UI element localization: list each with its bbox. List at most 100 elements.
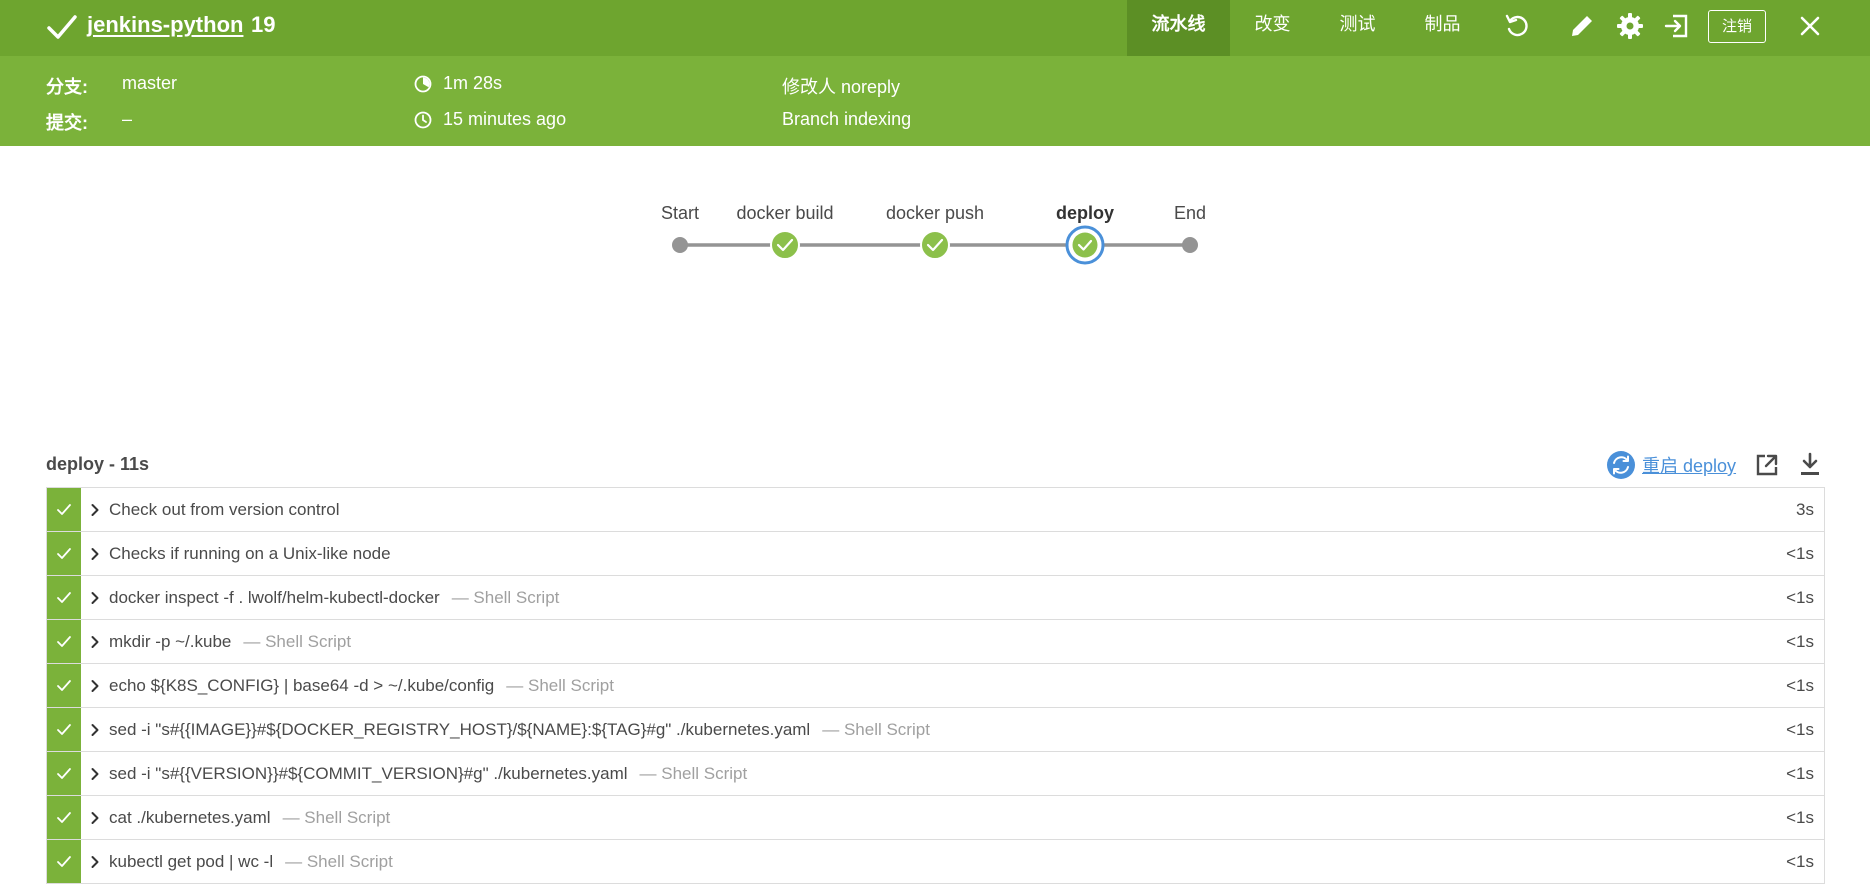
step-title: Check out from version control	[109, 499, 340, 519]
tab-pipeline[interactable]: 流水线	[1127, 0, 1230, 56]
step-success-icon	[57, 635, 71, 647]
branch-value: master	[122, 73, 178, 93]
restart-icon	[1607, 451, 1635, 479]
exit-icon[interactable]	[1663, 12, 1691, 40]
step-title: docker inspect -f . lwolf/helm-kubectl-d…	[109, 587, 440, 607]
step-row[interactable]: docker inspect -f . lwolf/helm-kubectl-d…	[47, 576, 1824, 620]
stage-node-deploy[interactable]	[1065, 225, 1105, 265]
step-title: echo ${K8S_CONFIG} | base64 -d > ~/.kube…	[109, 675, 495, 695]
job-name-link[interactable]: jenkins-python	[87, 12, 243, 38]
close-icon[interactable]	[1796, 12, 1824, 40]
run-info-bar: 分支: master 提交: – 1m 28s 15 minutes ago 修…	[0, 56, 1870, 146]
step-type: — Shell Script	[639, 763, 748, 783]
replay-icon[interactable]	[1503, 12, 1531, 40]
step-status	[47, 796, 81, 839]
step-expand-toggle[interactable]	[81, 855, 109, 869]
step-type: — Shell Script	[282, 807, 391, 827]
edit-icon[interactable]	[1568, 12, 1596, 40]
open-external-icon[interactable]	[1753, 451, 1781, 479]
step-duration: 3s	[1796, 500, 1814, 519]
commit-value: –	[122, 109, 133, 129]
step-type: — Shell Script	[243, 631, 352, 651]
step-success-icon	[57, 547, 71, 559]
step-success-icon	[57, 591, 71, 603]
changes-by: 修改人 noreply	[782, 77, 901, 97]
pipeline-graph: Start docker build docker push deploy En…	[0, 146, 1870, 446]
step-expand-toggle[interactable]	[81, 811, 109, 825]
step-duration: <1s	[1786, 588, 1814, 607]
step-duration: <1s	[1786, 764, 1814, 783]
step-status	[47, 664, 81, 707]
step-row[interactable]: mkdir -p ~/.kube — Shell Script <1s	[47, 620, 1824, 664]
step-expand-toggle[interactable]	[81, 679, 109, 693]
step-duration: <1s	[1786, 544, 1814, 563]
logout-button[interactable]: 注销	[1708, 10, 1766, 43]
step-row[interactable]: sed -i "s#{{VERSION}}#${COMMIT_VERSION}#…	[47, 752, 1824, 796]
gear-icon[interactable]	[1616, 12, 1644, 40]
top-bar: jenkins-python 19 流水线 改变 测试 制品 注销	[0, 0, 1870, 56]
step-title: mkdir -p ~/.kube	[109, 631, 232, 651]
step-title: kubectl get pod | wc -l	[109, 851, 274, 871]
step-success-icon	[57, 679, 71, 691]
step-status	[47, 532, 81, 575]
step-status	[47, 620, 81, 663]
chevron-right-icon	[91, 591, 99, 604]
duration-icon	[414, 75, 432, 93]
chevron-right-icon	[91, 503, 99, 516]
step-row[interactable]: sed -i "s#{{IMAGE}}#${DOCKER_REGISTRY_HO…	[47, 708, 1824, 752]
tab-artifacts[interactable]: 制品	[1400, 0, 1485, 56]
pipeline-graph-svg	[672, 225, 1198, 265]
step-row[interactable]: Checks if running on a Unix-like node <1…	[47, 532, 1824, 576]
step-list: Check out from version control 3s Checks…	[46, 487, 1825, 884]
stage-title: deploy - 11s	[46, 454, 150, 474]
chevron-right-icon	[91, 855, 99, 868]
step-expand-toggle[interactable]	[81, 635, 109, 649]
chevron-right-icon	[91, 679, 99, 692]
step-expand-toggle[interactable]	[81, 723, 109, 737]
step-duration: <1s	[1786, 676, 1814, 695]
step-success-icon	[57, 811, 71, 823]
tab-tests[interactable]: 测试	[1315, 0, 1400, 56]
step-expand-toggle[interactable]	[81, 591, 109, 605]
stage-node-docker-build[interactable]	[770, 230, 800, 260]
step-status	[47, 840, 81, 883]
chevron-right-icon	[91, 767, 99, 780]
step-title: sed -i "s#{{VERSION}}#${COMMIT_VERSION}#…	[109, 763, 628, 783]
restart-stage-label: 重启 deploy	[1642, 456, 1737, 476]
step-status	[47, 752, 81, 795]
step-title: sed -i "s#{{IMAGE}}#${DOCKER_REGISTRY_HO…	[109, 719, 811, 739]
step-success-icon	[57, 855, 71, 867]
branch-label: 分支:	[46, 77, 88, 97]
start-node	[672, 237, 688, 253]
step-type: — Shell Script	[506, 675, 614, 695]
download-icon[interactable]	[1796, 451, 1824, 479]
chevron-right-icon	[91, 547, 99, 560]
step-duration: <1s	[1786, 852, 1814, 871]
step-status	[47, 708, 81, 751]
chevron-right-icon	[91, 635, 99, 648]
run-duration: 1m 28s	[443, 73, 503, 93]
tab-changes[interactable]: 改变	[1230, 0, 1315, 56]
run-time-ago: 15 minutes ago	[443, 109, 567, 129]
step-duration: <1s	[1786, 632, 1814, 651]
step-duration: <1s	[1786, 808, 1814, 827]
step-status	[47, 488, 81, 531]
chevron-right-icon	[91, 723, 99, 736]
step-title: cat ./kubernetes.yaml	[109, 807, 271, 827]
step-row[interactable]: cat ./kubernetes.yaml — Shell Script <1s	[47, 796, 1824, 840]
step-duration: <1s	[1786, 720, 1814, 739]
step-expand-toggle[interactable]	[81, 547, 109, 561]
step-success-icon	[57, 723, 71, 735]
step-row[interactable]: echo ${K8S_CONFIG} | base64 -d > ~/.kube…	[47, 664, 1824, 708]
clock-icon	[414, 111, 432, 129]
step-type: — Shell Script	[451, 587, 560, 607]
step-row[interactable]: Check out from version control 3s	[47, 488, 1824, 532]
step-expand-toggle[interactable]	[81, 503, 109, 517]
step-type: — Shell Script	[285, 851, 393, 871]
restart-stage-button[interactable]: 重启 deploy	[1606, 450, 1736, 480]
stage-node-docker-push[interactable]	[920, 230, 950, 260]
step-expand-toggle[interactable]	[81, 767, 109, 781]
run-number: 19	[251, 12, 276, 37]
step-success-icon	[57, 503, 71, 515]
step-row[interactable]: kubectl get pod | wc -l — Shell Script <…	[47, 840, 1824, 884]
